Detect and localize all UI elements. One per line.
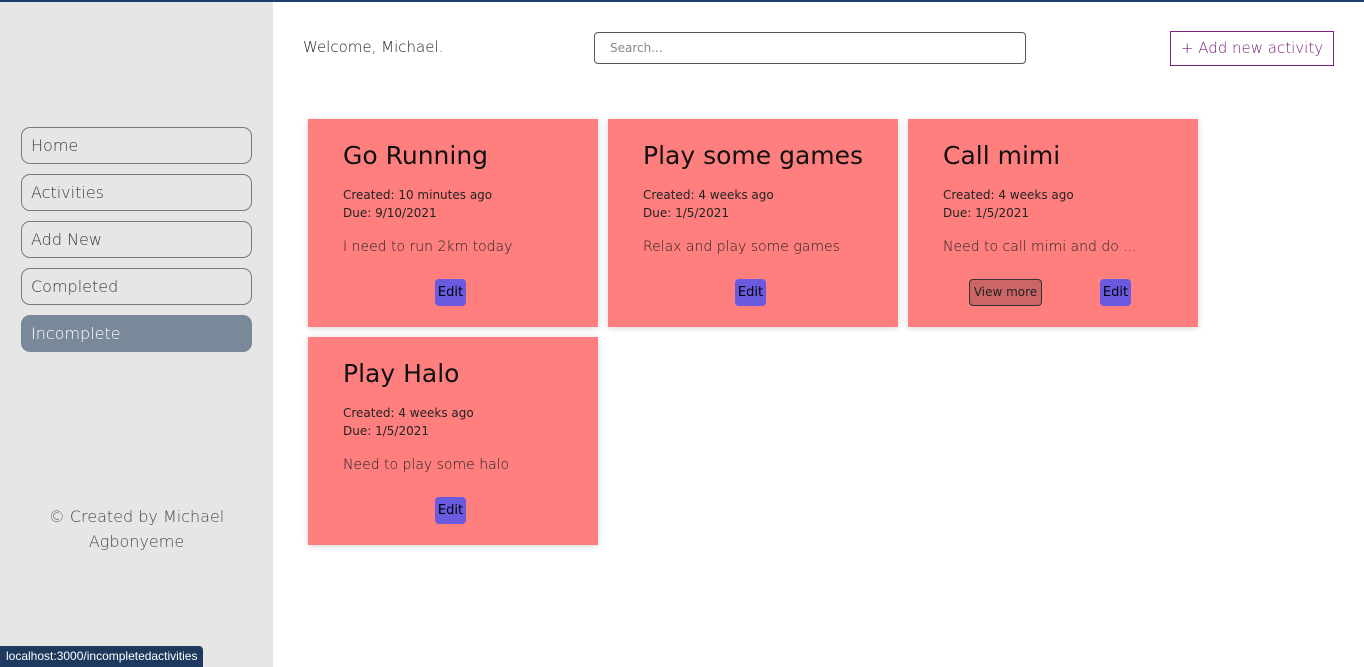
- card-title: Play some games: [643, 141, 864, 170]
- add-activity-button[interactable]: + Add new activity: [1170, 31, 1334, 66]
- card-created: Created: 4 weeks ago: [643, 188, 774, 202]
- activity-card: Play some games Created: 4 weeks ago Due…: [608, 119, 898, 327]
- card-description: Need to play some halo: [343, 457, 510, 473]
- edit-button[interactable]: Edit: [1100, 279, 1131, 306]
- edit-button[interactable]: Edit: [735, 279, 766, 306]
- nav-item-add-new[interactable]: Add New: [21, 221, 252, 258]
- nav-item-incomplete[interactable]: Incomplete: [21, 315, 252, 352]
- nav-item-activities[interactable]: Activities: [21, 174, 252, 211]
- card-due: Due: 9/10/2021: [343, 206, 437, 220]
- card-due: Due: 1/5/2021: [643, 206, 729, 220]
- sidebar-nav: Home Activities Add New Completed Incomp…: [21, 127, 252, 362]
- card-due: Due: 1/5/2021: [943, 206, 1029, 220]
- sidebar: Home Activities Add New Completed Incomp…: [0, 2, 273, 667]
- card-title: Go Running: [343, 141, 489, 170]
- view-more-button[interactable]: View more: [969, 279, 1042, 306]
- card-due: Due: 1/5/2021: [343, 424, 429, 438]
- card-description: I need to run 2km today: [343, 239, 513, 255]
- card-title: Call mimi: [943, 141, 1061, 170]
- activity-card: Go Running Created: 10 minutes ago Due: …: [308, 119, 598, 327]
- edit-button[interactable]: Edit: [435, 279, 466, 306]
- footer-credit: © Created by Michael Agbonyeme: [48, 507, 225, 551]
- nav-item-home[interactable]: Home: [21, 127, 252, 164]
- card-created: Created: 4 weeks ago: [943, 188, 1074, 202]
- card-description: Need to call mimi and do ...: [943, 239, 1137, 255]
- activity-card: Call mimi Created: 4 weeks ago Due: 1/5/…: [908, 119, 1198, 327]
- card-title: Play Halo: [343, 359, 460, 388]
- nav-item-completed[interactable]: Completed: [21, 268, 252, 305]
- welcome-message: Welcome, Michael.: [303, 38, 444, 56]
- browser-status-url: localhost:3000/incompletedactivities: [0, 646, 204, 667]
- activity-card: Play Halo Created: 4 weeks ago Due: 1/5/…: [308, 337, 598, 545]
- edit-button[interactable]: Edit: [435, 497, 466, 524]
- card-description: Relax and play some games: [643, 239, 840, 255]
- card-created: Created: 10 minutes ago: [343, 188, 493, 202]
- search-input[interactable]: [594, 32, 1026, 64]
- card-created: Created: 4 weeks ago: [343, 406, 474, 420]
